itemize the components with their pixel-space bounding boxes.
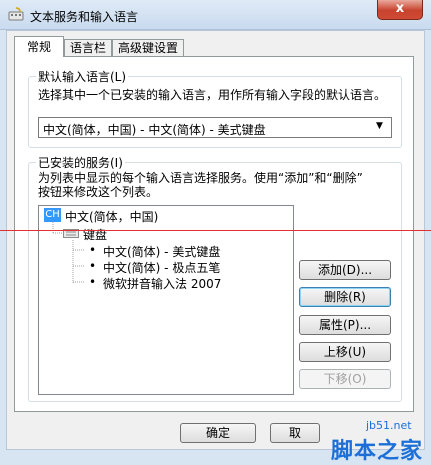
installed-services-description-line1: 为列表中显示的每个输入语言选择服务。使用“添加”和“删除” <box>38 171 363 185</box>
default-language-description: 选择其中一个已安装的输入语言，用作所有输入字段的默认语言。 <box>38 88 387 102</box>
watermark-url: jb51.net <box>366 419 412 432</box>
tree-item-language[interactable]: 中文(简体，中国) <box>65 208 158 225</box>
tree-item-service[interactable]: 微软拼音输入法 2007 <box>103 275 221 292</box>
tree-item-service[interactable]: 中文(简体) - 美式键盘 <box>103 243 220 260</box>
watermark-text: 脚本之家 <box>331 439 424 464</box>
add-button[interactable]: 添加(D)... <box>299 260 391 280</box>
installed-services-tree[interactable]: CH 中文(简体，中国) 键盘 • 中文(简体) - 美式键盘 • 中文(简体)… <box>38 205 294 395</box>
default-language-group-title: 默认输入语言(L) <box>36 68 129 85</box>
tab-advanced-key-settings[interactable]: 高级键设置 <box>112 39 184 57</box>
ok-button[interactable]: 确定 <box>180 423 256 443</box>
app-icon <box>8 7 24 21</box>
close-button[interactable]: x <box>377 0 423 20</box>
default-language-select[interactable]: 中文(简体，中国) - 中文(简体) - 美式键盘 ▼ <box>38 117 392 138</box>
bullet-icon: • <box>89 259 97 273</box>
installed-services-description-line2: 按钮来修改这个列表。 <box>38 185 159 199</box>
remove-button[interactable]: 删除(R) <box>299 287 391 307</box>
bullet-icon: • <box>89 275 97 289</box>
annotation-line <box>0 230 431 231</box>
tab-general[interactable]: 常规 <box>14 36 64 57</box>
tree-item-keyboard[interactable]: 键盘 <box>83 226 107 243</box>
installed-services-group-title: 已安装的服务(I) <box>36 154 125 171</box>
cancel-button[interactable]: 取 <box>270 423 320 443</box>
properties-button[interactable]: 属性(P)... <box>299 315 391 335</box>
chevron-down-icon: ▼ <box>376 121 383 131</box>
bullet-icon: • <box>89 243 97 257</box>
default-language-select-value: 中文(简体，中国) - 中文(简体) - 美式键盘 <box>43 123 266 137</box>
tab-language-bar[interactable]: 语言栏 <box>64 39 112 57</box>
keyboard-icon <box>63 227 79 239</box>
tree-item-service[interactable]: 中文(简体) - 极点五笔 <box>103 259 220 276</box>
language-badge: CH <box>44 208 61 222</box>
move-up-button[interactable]: 上移(U) <box>299 342 391 362</box>
window-title: 文本服务和输入语言 <box>30 10 139 24</box>
move-down-button[interactable]: 下移(O) <box>299 369 391 389</box>
